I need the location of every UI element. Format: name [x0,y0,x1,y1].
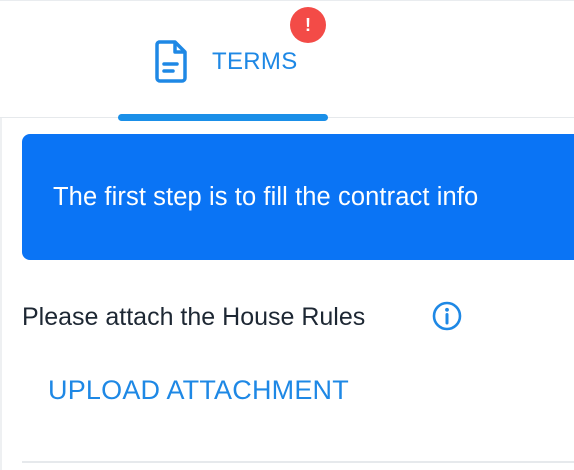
house-rules-heading: Please attach the House Rules [22,303,366,331]
banner-message: The first step is to fill the contract i… [53,182,479,211]
upload-attachment-button[interactable]: UPLOAD ATTACHMENT [48,375,349,406]
section-divider [22,461,574,463]
active-tab-indicator [118,114,328,121]
alert-badge: ! [290,7,326,43]
info-banner: The first step is to fill the contract i… [22,134,574,260]
tab-terms-label: TERMS [212,48,298,75]
tab-bar: TERMS ! [0,0,574,121]
info-circle-icon[interactable] [431,300,463,332]
document-icon [154,39,188,83]
contract-form-panel: TERMS ! The first step is to fill the co… [0,0,574,470]
